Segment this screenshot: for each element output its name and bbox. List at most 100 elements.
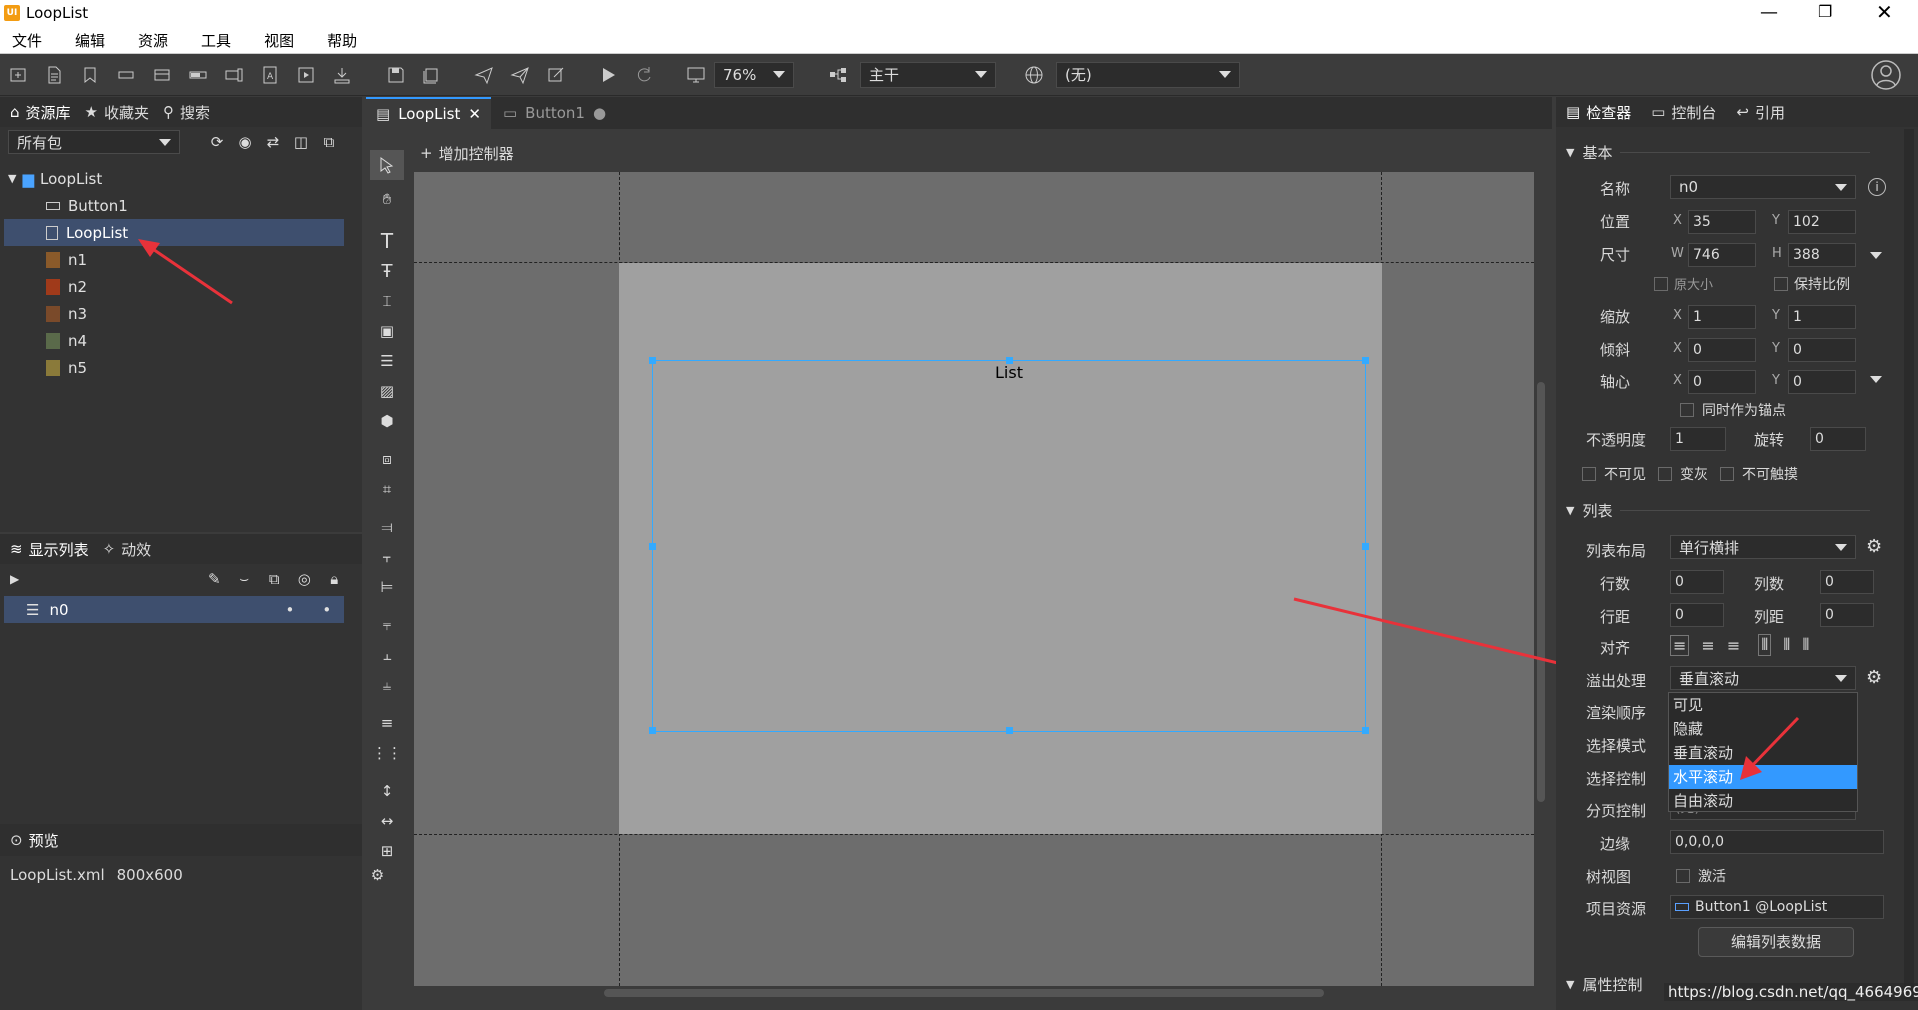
branch-dropdown[interactable]: 主干 (860, 61, 996, 88)
3d-tool-icon[interactable]: ⬢ (370, 406, 404, 436)
globe-icon[interactable] (1020, 61, 1048, 89)
close-icon[interactable]: ✕ (1876, 0, 1893, 24)
line-gap-input[interactable]: 0 (1670, 603, 1724, 627)
untouchable-checkbox[interactable]: 不可触摸 (1720, 464, 1798, 484)
tab-favorites[interactable]: ★ 收藏夹 (85, 102, 149, 123)
new-button-icon[interactable] (112, 61, 140, 89)
margin-input[interactable]: 0,0,0,0 (1670, 830, 1884, 854)
resize-handle[interactable] (1006, 727, 1013, 734)
menu-view[interactable]: 视图 (264, 30, 294, 51)
col-gap-input[interactable]: 0 (1820, 603, 1874, 627)
canvas-hscrollbar[interactable] (414, 986, 1534, 1000)
cols-input[interactable]: 0 (1820, 570, 1874, 594)
list-object-n0[interactable]: List (649, 357, 1369, 734)
tab-inspector[interactable]: ▤ 检查器 (1566, 102, 1631, 123)
restore-icon[interactable]: ❐ (1818, 2, 1832, 21)
branch-icon[interactable] (824, 61, 852, 89)
select-tool-icon[interactable] (370, 150, 404, 180)
text-tool-icon[interactable]: T (370, 226, 404, 256)
new-package-icon[interactable] (4, 61, 32, 89)
publish-all-icon[interactable] (506, 61, 534, 89)
new-progress-icon[interactable] (184, 61, 212, 89)
inspector-scrollbar[interactable] (1904, 129, 1914, 999)
tab-display-list[interactable]: ≋ 显示列表 (10, 539, 89, 560)
distribute-h-icon[interactable]: ⋮⋮ (370, 738, 404, 768)
package-filter-dropdown[interactable]: 所有包 (8, 130, 180, 154)
resize-handle[interactable] (1006, 357, 1013, 364)
same-height-icon[interactable]: ↕ (370, 776, 404, 806)
pos-y-input[interactable]: 102 (1788, 210, 1856, 234)
align-center-icon[interactable]: ≡ (1701, 636, 1714, 655)
user-avatar-icon[interactable] (1870, 59, 1902, 91)
tab-search[interactable]: ⚲ 搜索 (163, 102, 210, 123)
import-icon[interactable] (328, 61, 356, 89)
stage-area[interactable]: List (414, 172, 1534, 986)
canvas-vscrollbar[interactable] (1534, 172, 1548, 986)
target-icon[interactable]: ◉ (236, 133, 254, 151)
name-dropdown[interactable]: n0 (1670, 175, 1856, 199)
scroll-thumb[interactable] (1537, 382, 1545, 802)
align-middle-icon[interactable]: ⫠ (370, 640, 404, 670)
list-tool-icon[interactable]: ☰ (370, 346, 404, 376)
item-resource-input[interactable]: Button1 @LoopList (1670, 895, 1884, 919)
split-view-icon[interactable]: ◫ (292, 133, 310, 151)
refresh-icon[interactable]: ⟳ (208, 133, 226, 151)
group-tool-icon[interactable]: ⧈ (370, 444, 404, 474)
grayed-checkbox[interactable]: 变灰 (1658, 464, 1708, 484)
scale-x-input[interactable]: 1 (1688, 305, 1756, 329)
overflow-dropdown[interactable]: 垂直滚动 (1670, 666, 1856, 690)
hide-icon[interactable]: ⌣ (235, 570, 253, 588)
play-icon[interactable] (594, 61, 622, 89)
tab-doc-looplist[interactable]: ▤ LoopList ✕ (366, 97, 491, 129)
tree-row-n4[interactable]: n4 (0, 327, 362, 354)
list-layout-dropdown[interactable]: 单行横排 (1670, 535, 1856, 559)
resize-handle[interactable] (649, 727, 656, 734)
tree-row-button1[interactable]: Button1 (0, 192, 362, 219)
input-tool-icon[interactable]: ⌶ (370, 286, 404, 316)
swap-icon[interactable]: ⇄ (264, 133, 282, 151)
tree-row-n5[interactable]: n5 (0, 354, 362, 381)
screen-icon[interactable] (682, 61, 710, 89)
original-size-checkbox[interactable]: 原大小 (1654, 274, 1713, 293)
section-list-header[interactable]: ▼ 列表 (1566, 500, 1871, 521)
image-tool-icon[interactable]: ▣ (370, 316, 404, 346)
new-label-icon[interactable]: A (256, 61, 284, 89)
copy-icon[interactable]: ⧉ (320, 133, 338, 151)
skew-x-input[interactable]: 0 (1688, 338, 1756, 362)
resize-handle[interactable] (649, 543, 656, 550)
scroll-thumb[interactable] (604, 989, 1324, 997)
rows-input[interactable]: 0 (1670, 570, 1724, 594)
pivot-y-input[interactable]: 0 (1788, 370, 1856, 394)
tab-transitions[interactable]: ✧ 动效 (103, 539, 152, 560)
valign-bottom-icon[interactable]: ⦀ (1802, 635, 1809, 655)
visibility-dot[interactable]: • (285, 601, 294, 619)
lock-icon[interactable]: 🔒︎ (325, 570, 343, 588)
new-component-icon[interactable] (40, 61, 68, 89)
expand-arrow-icon[interactable]: ▼ (8, 172, 16, 185)
tab-console[interactable]: ▭ 控制台 (1651, 102, 1716, 123)
menu-assets[interactable]: 资源 (138, 30, 168, 51)
language-dropdown[interactable]: (无) (1056, 61, 1240, 88)
treeview-checkbox[interactable]: 激活 (1676, 866, 1726, 886)
keep-ratio-checkbox[interactable]: 保持比例 (1774, 274, 1850, 294)
resize-handle[interactable] (1362, 543, 1369, 550)
publish-settings-icon[interactable] (542, 61, 570, 89)
display-item-n0[interactable]: ☰ n0 • • (4, 596, 344, 623)
layout-settings-gear-icon[interactable]: ⚙ (1866, 536, 1882, 557)
resize-handle[interactable] (1362, 727, 1369, 734)
align-center-icon[interactable]: ⫟ (370, 542, 404, 572)
edit-list-data-button[interactable]: 编辑列表数据 (1698, 927, 1854, 957)
resize-handle[interactable] (1362, 357, 1369, 364)
minimize-icon[interactable]: — (1760, 2, 1778, 23)
width-input[interactable]: 746 (1688, 243, 1756, 267)
tab-doc-button1[interactable]: ▭ Button1 ● (491, 97, 618, 129)
align-right-icon[interactable]: ≡ (1727, 636, 1740, 655)
section-prop-control-header[interactable]: ▼ 属性控制 (1566, 974, 1642, 995)
loader-tool-icon[interactable]: ▨ (370, 376, 404, 406)
tree-row-root[interactable]: ▼ ▆ LoopList (0, 165, 362, 192)
pivot-x-input[interactable]: 0 (1688, 370, 1756, 394)
hand-tool-icon[interactable]: ✋︎ (370, 184, 404, 214)
valign-middle-icon[interactable]: ⦀ (1783, 635, 1790, 655)
pos-x-input[interactable]: 35 (1688, 210, 1756, 234)
menu-help[interactable]: 帮助 (327, 30, 357, 51)
